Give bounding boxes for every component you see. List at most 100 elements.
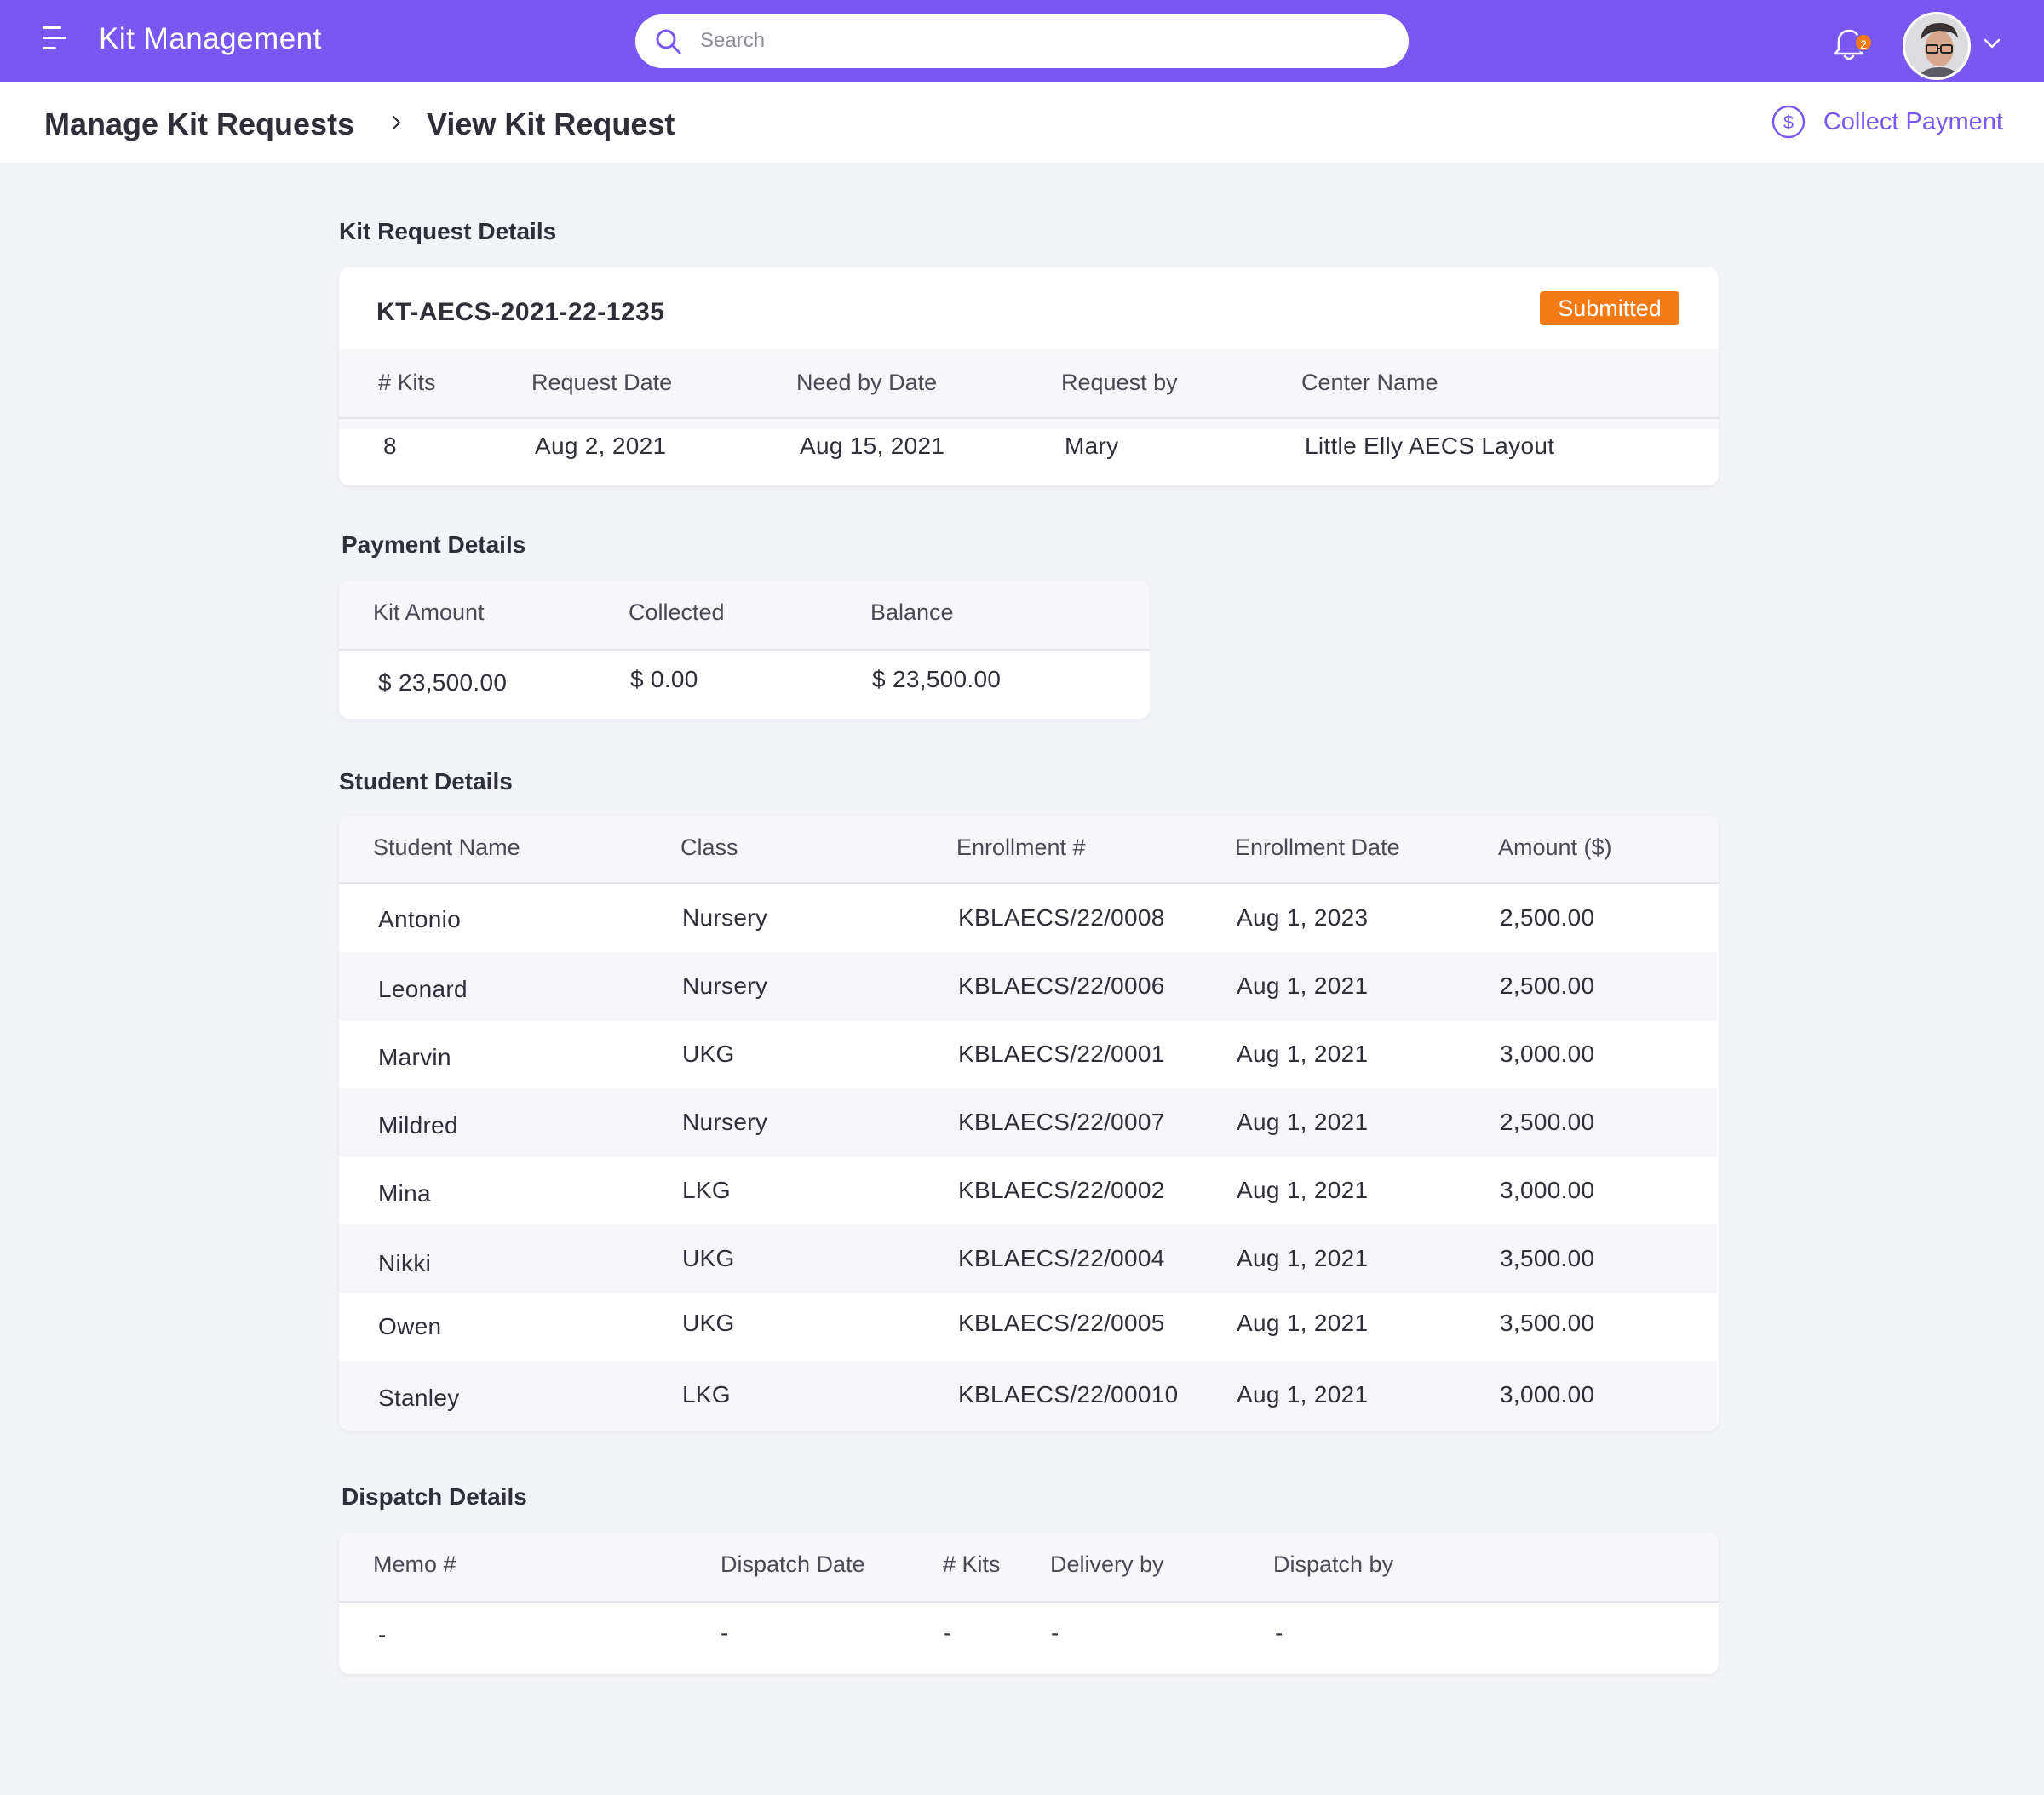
student-name: Antonio xyxy=(378,906,462,932)
table-row: Nikki UKG KBLAECS/22/0004 Aug 1, 2021 3,… xyxy=(339,1224,1717,1293)
chevron-down-icon[interactable] xyxy=(1983,37,2001,49)
student-class: LKG xyxy=(682,1381,731,1408)
header-request-date: Request Date xyxy=(531,370,673,395)
student-class: LKG xyxy=(682,1177,731,1203)
student-enrollment-date: Aug 1, 2021 xyxy=(1237,1245,1369,1271)
header-student-name: Student Name xyxy=(373,834,520,860)
dispatch-by-value: - xyxy=(1275,1620,1283,1646)
student-enrollment-number: KBLAECS/22/0005 xyxy=(958,1310,1165,1336)
delivery-by-value: - xyxy=(1051,1620,1059,1646)
student-enrollment-number: KBLAECS/22/0004 xyxy=(958,1245,1165,1271)
dispatch-kits-value: - xyxy=(944,1620,952,1646)
app-title: Kit Management xyxy=(99,22,322,55)
student-enrollment-number: KBLAECS/22/0008 xyxy=(958,904,1165,931)
collect-payment-button[interactable]: $ Collect Payment xyxy=(1771,104,2003,140)
student-name: Mina xyxy=(378,1180,431,1207)
breadcrumb: Manage Kit Requests View Kit Request $ C… xyxy=(0,82,2044,163)
student-enrollment-date: Aug 1, 2021 xyxy=(1237,1109,1369,1135)
chevron-right-icon xyxy=(392,115,401,130)
menu-icon[interactable] xyxy=(39,23,70,54)
student-enrollment-date: Aug 1, 2021 xyxy=(1237,972,1369,999)
balance-value: $ 23,500.00 xyxy=(872,666,1002,692)
search-icon xyxy=(656,29,681,54)
kit-amount-value: $ 23,500.00 xyxy=(378,669,508,696)
search-bar xyxy=(635,14,1409,68)
student-enrollment-date: Aug 1, 2021 xyxy=(1237,1381,1369,1408)
payment-card: Kit Amount Collected Balance $ 23,500.00… xyxy=(339,581,1150,719)
header-amount: Amount ($) xyxy=(1498,834,1612,860)
status-badge: Submitted xyxy=(1540,291,1679,325)
student-enrollment-date: Aug 1, 2023 xyxy=(1237,904,1369,931)
dispatch-table: Memo # Dispatch Date # Kits Delivery by … xyxy=(339,1533,1719,1674)
student-amount: 2,500.00 xyxy=(1500,972,1595,999)
header-delivery-by: Delivery by xyxy=(1050,1551,1164,1577)
student-amount: 2,500.00 xyxy=(1500,904,1595,931)
header-memo-number: Memo # xyxy=(373,1551,456,1577)
avatar-image xyxy=(1905,14,1968,77)
student-enrollment-number: KBLAECS/22/0001 xyxy=(958,1041,1165,1067)
avatar[interactable] xyxy=(1903,12,1971,80)
collected-value: $ 0.00 xyxy=(630,666,698,692)
student-amount: 3,000.00 xyxy=(1500,1381,1595,1408)
need-by-date-value: Aug 15, 2021 xyxy=(800,433,945,459)
header-class: Class xyxy=(680,834,738,860)
payment-section-title: Payment Details xyxy=(342,531,526,558)
collect-payment-label: Collect Payment xyxy=(1823,107,2003,135)
student-class: Nursery xyxy=(682,1109,768,1135)
center-name-value: Little Elly AECS Layout xyxy=(1305,433,1555,459)
kit-request-card: KT-AECS-2021-22-1235 Submitted # Kits Re… xyxy=(339,267,1719,485)
student-amount: 3,000.00 xyxy=(1500,1177,1595,1203)
table-row: Marvin UKG KBLAECS/22/0001 Aug 1, 2021 3… xyxy=(339,1020,1717,1088)
table-row: Owen UKG KBLAECS/22/0005 Aug 1, 2021 3,5… xyxy=(339,1293,1717,1361)
table-row: Mina LKG KBLAECS/22/0002 Aug 1, 2021 3,0… xyxy=(339,1156,1717,1224)
header-request-by: Request by xyxy=(1061,370,1178,395)
student-amount: 2,500.00 xyxy=(1500,1109,1595,1135)
table-row: Stanley LKG KBLAECS/22/00010 Aug 1, 2021… xyxy=(339,1361,1717,1431)
dispatch-header-row xyxy=(339,1533,1719,1603)
student-enrollment-number: KBLAECS/22/0006 xyxy=(958,972,1165,999)
header-center-name: Center Name xyxy=(1301,370,1438,395)
student-enrollment-number: KBLAECS/22/0007 xyxy=(958,1109,1165,1135)
student-enrollment-number: KBLAECS/22/0002 xyxy=(958,1177,1165,1203)
svg-text:$: $ xyxy=(1783,112,1794,133)
header-dispatch-by: Dispatch by xyxy=(1273,1551,1394,1577)
student-class: UKG xyxy=(682,1245,735,1271)
header-dispatch-date: Dispatch Date xyxy=(721,1551,865,1577)
student-table: Student Name Class Enrollment # Enrollme… xyxy=(339,816,1719,1431)
student-name: Owen xyxy=(378,1313,442,1339)
student-enrollment-date: Aug 1, 2021 xyxy=(1237,1177,1369,1203)
breadcrumb-parent-link[interactable]: Manage Kit Requests xyxy=(44,106,354,142)
dispatch-section-title: Dispatch Details xyxy=(342,1483,527,1510)
kit-request-section-title: Kit Request Details xyxy=(339,218,557,244)
student-name: Stanley xyxy=(378,1385,460,1411)
student-class: Nursery xyxy=(682,972,768,999)
kits-value: 8 xyxy=(383,433,397,459)
memo-number-value: - xyxy=(378,1621,387,1648)
student-name: Marvin xyxy=(378,1044,451,1070)
student-enrollment-date: Aug 1, 2021 xyxy=(1237,1041,1369,1067)
table-row: Leonard Nursery KBLAECS/22/0006 Aug 1, 2… xyxy=(339,952,1717,1020)
student-section-title: Student Details xyxy=(339,768,513,794)
header-kit-amount: Kit Amount xyxy=(373,599,485,625)
header-balance: Balance xyxy=(870,599,954,625)
header-need-by-date: Need by Date xyxy=(796,370,938,395)
divider xyxy=(339,1601,1719,1603)
student-class: Nursery xyxy=(682,904,768,931)
student-name: Nikki xyxy=(378,1250,432,1276)
request-by-value: Mary xyxy=(1065,433,1119,459)
request-date-value: Aug 2, 2021 xyxy=(535,433,667,459)
divider xyxy=(339,649,1150,651)
dispatch-date-value: - xyxy=(721,1620,729,1646)
header-dispatch-kits: # Kits xyxy=(943,1551,1001,1577)
student-name: Leonard xyxy=(378,976,468,1002)
student-enrollment-number: KBLAECS/22/00010 xyxy=(958,1381,1179,1408)
search-input[interactable] xyxy=(700,23,1381,59)
student-amount: 3,500.00 xyxy=(1500,1245,1595,1271)
student-amount: 3,500.00 xyxy=(1500,1310,1595,1336)
dollar-circle-icon: $ xyxy=(1771,105,1806,139)
header-enrollment-number: Enrollment # xyxy=(956,834,1086,860)
header-collected: Collected xyxy=(629,599,725,625)
header-enrollment-date: Enrollment Date xyxy=(1235,834,1400,860)
student-class: UKG xyxy=(682,1041,735,1067)
student-enrollment-date: Aug 1, 2021 xyxy=(1237,1310,1369,1336)
